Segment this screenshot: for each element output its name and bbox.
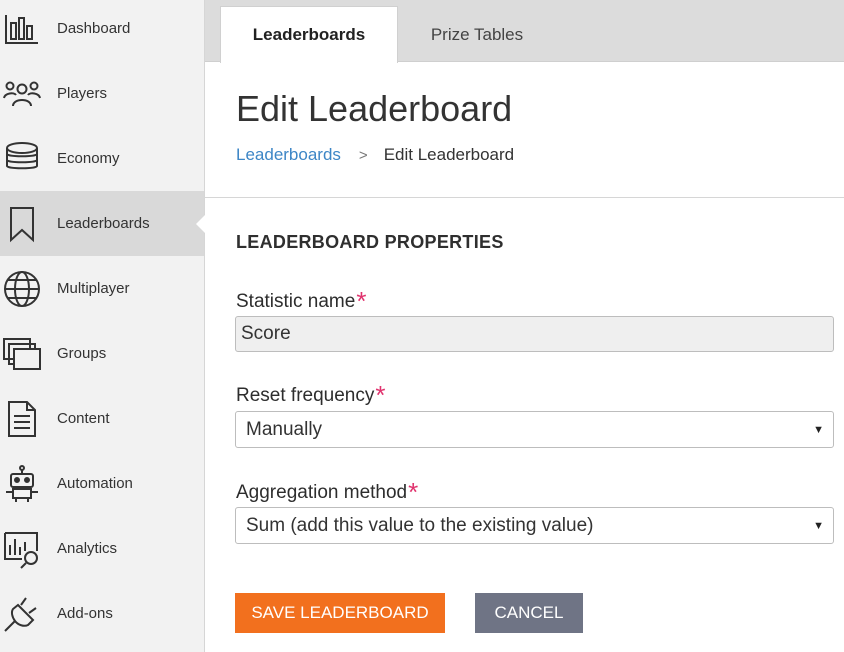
sidebar-item-label: Automation [57,475,133,492]
groups-icon [2,334,42,374]
caret-down-icon: ▼ [813,520,824,532]
sidebar: Dashboard Players Economy Leaderboards M… [0,0,205,652]
cancel-button[interactable]: CANCEL [475,593,583,633]
sidebar-item-label: Leaderboards [57,215,150,232]
app-root: Dashboard Players Economy Leaderboards M… [0,0,844,652]
reset-frequency-label: Reset frequency* [236,380,385,411]
dashboard-icon [2,9,42,49]
tab-prize-tables[interactable]: Prize Tables [398,6,556,63]
page-title: Edit Leaderboard [236,88,513,129]
breadcrumb-link-leaderboards[interactable]: Leaderboards [236,145,341,165]
sidebar-item-groups[interactable]: Groups [0,321,204,386]
sidebar-item-add-ons[interactable]: Add-ons [0,581,204,646]
statistic-name-label: Statistic name* [236,286,366,317]
economy-icon [2,139,42,179]
sidebar-item-leaderboards[interactable]: Leaderboards [0,191,205,256]
breadcrumb: Leaderboards > Edit Leaderboard [236,145,514,165]
required-marker: * [356,286,367,316]
field-label-text: Statistic name [236,291,356,312]
section-title: LEADERBOARD PROPERTIES [236,232,504,252]
save-leaderboard-button[interactable]: SAVE LEADERBOARD [235,593,445,633]
sidebar-item-label: Groups [57,345,107,362]
tab-leaderboards[interactable]: Leaderboards [220,6,398,63]
sidebar-item-dashboard[interactable]: Dashboard [0,0,204,61]
sidebar-item-content[interactable]: Content [0,386,204,451]
robot-icon [2,464,42,504]
sidebar-item-multiplayer[interactable]: Multiplayer [0,256,204,321]
field-label-text: Reset frequency [236,385,375,406]
sidebar-item-automation[interactable]: Automation [0,451,204,516]
sidebar-item-players[interactable]: Players [0,61,204,126]
sidebar-item-label: Dashboard [57,20,131,37]
sidebar-item-label: Add-ons [57,605,113,622]
aggregation-method-select[interactable]: Sum (add this value to the existing valu… [235,507,834,544]
sidebar-item-label: Players [57,85,108,102]
caret-down-icon: ▼ [813,424,824,436]
sidebar-item-label: Analytics [57,540,118,557]
sidebar-item-label: Content [57,410,110,427]
select-value: Sum (add this value to the existing valu… [246,514,594,536]
required-marker: * [408,477,419,507]
select-value: Manually [246,418,323,440]
analytics-icon [2,529,42,569]
field-label-text: Aggregation method [236,482,408,503]
players-icon [2,74,42,114]
sidebar-item-economy[interactable]: Economy [0,126,204,191]
breadcrumb-current: Edit Leaderboard [383,145,515,164]
statistic-name-input[interactable] [235,316,834,352]
globe-icon [2,269,42,309]
sidebar-item-label: Multiplayer [57,280,130,297]
plug-icon [2,594,42,634]
header-divider [205,197,844,198]
sidebar-item-analytics[interactable]: Analytics [0,516,204,581]
tab-bar: Leaderboards Prize Tables [205,0,844,63]
bookmark-icon [2,204,42,244]
required-marker: * [375,380,386,410]
chevron-right-icon: > [358,146,368,164]
aggregation-method-label: Aggregation method* [236,477,418,508]
document-icon [2,399,42,439]
sidebar-item-label: Economy [57,150,120,167]
reset-frequency-select[interactable]: Manually ▼ [235,411,834,448]
